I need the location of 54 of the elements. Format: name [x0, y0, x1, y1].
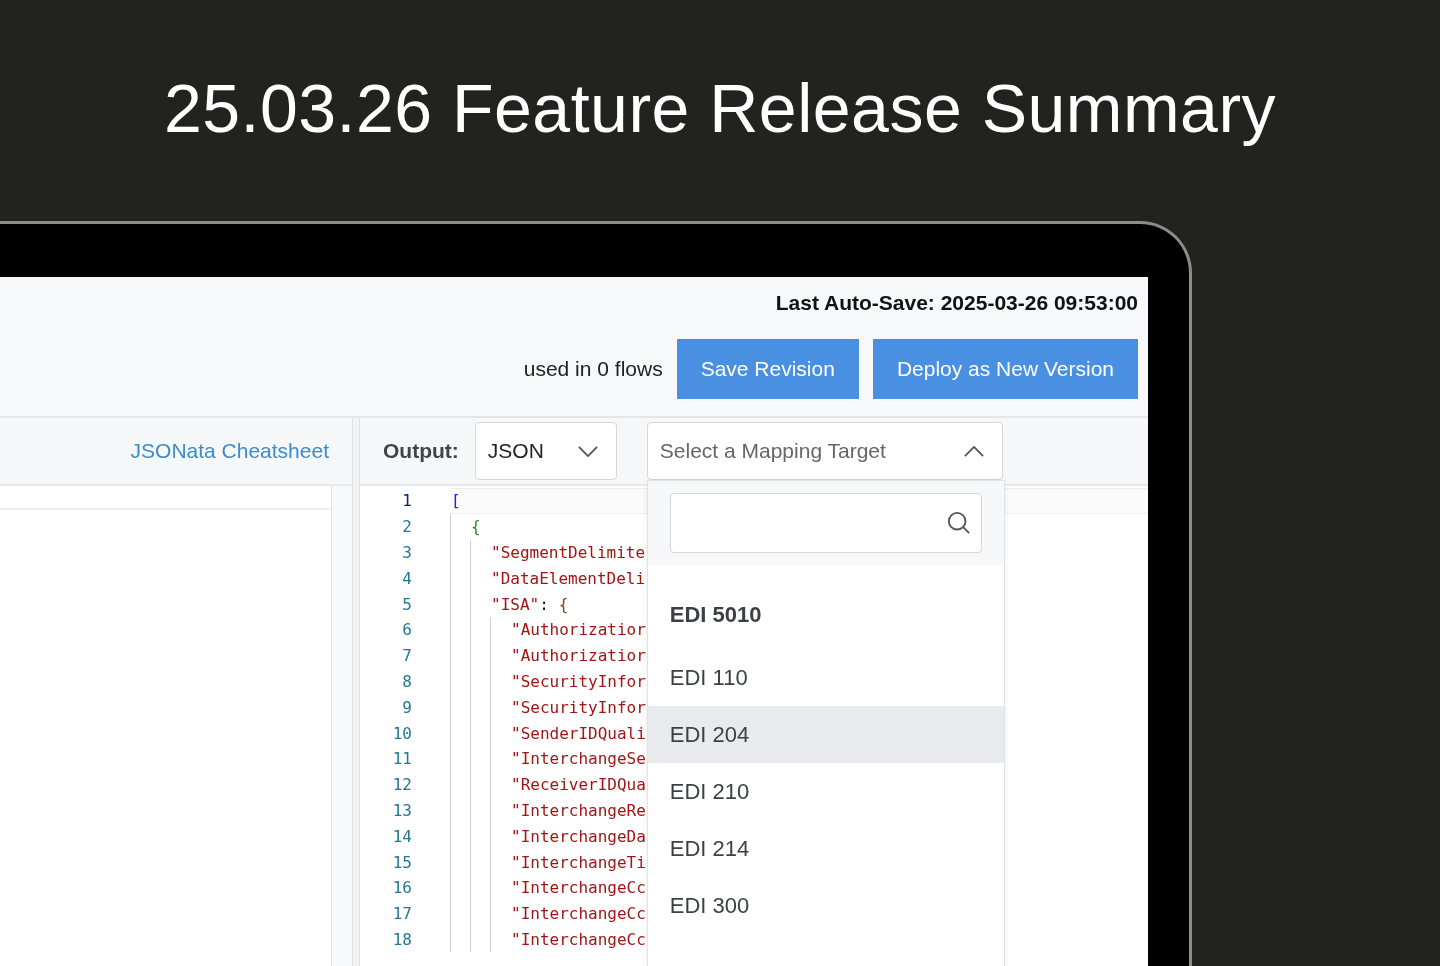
dropdown-option[interactable]: EDI 300 [647, 877, 1004, 934]
expression-editor[interactable] [0, 486, 332, 966]
panel-splitter[interactable] [352, 418, 360, 966]
output-label: Output: [383, 439, 459, 463]
line-number: 6 [401, 620, 413, 640]
option-group-label: EDI 5010 [668, 601, 763, 629]
line-number: 10 [391, 723, 413, 743]
line-number: 17 [391, 904, 413, 924]
code-line: "InterchangeRe [510, 800, 646, 820]
code-line: "InterchangeDa [510, 826, 646, 846]
line-number: 16 [391, 878, 413, 898]
code-line: "ISA": { [490, 594, 569, 614]
code-line: "InterchangeCc [510, 878, 646, 898]
line-number: 1 [401, 491, 413, 511]
line-number: 7 [401, 646, 413, 666]
line-number: 2 [401, 517, 413, 537]
line-number: 8 [401, 671, 413, 691]
code-line: "DataElementDeli [490, 568, 646, 588]
code-line: "Authorizatior [510, 620, 646, 640]
chevron-icon [963, 445, 984, 457]
search-field[interactable] [669, 493, 982, 553]
code-line: "SenderIDQuali [510, 723, 646, 743]
line-number: 4 [401, 568, 413, 588]
code-line: "InterchangeCc [510, 904, 646, 924]
code-line: [ [450, 491, 461, 511]
code-line: "InterchangeCc [510, 929, 646, 949]
auto-save-status: Last Auto-Save: 2025-03-26 09:53:00 [775, 291, 1138, 314]
line-number: 18 [391, 929, 413, 949]
code-line: "SegmentDelimite [490, 543, 646, 562]
code-line: "SecurityInfor [510, 671, 646, 691]
line-number: 3 [401, 543, 413, 562]
usage-count: used in 0 flows [523, 357, 663, 381]
line-number: 13 [391, 800, 413, 820]
target-select[interactable]: Select a Mapping Target [646, 422, 1003, 480]
line-number: 5 [401, 594, 413, 614]
headline: 25.03.26 Feature Release Summary [163, 68, 1277, 147]
code-line: "InterchangeTi [510, 852, 646, 872]
format-select[interactable]: JSON [474, 422, 617, 480]
dropdown-option[interactable]: EDI 214 [647, 820, 1004, 877]
code-line: "InterchangeSe [510, 749, 646, 769]
code-line: "ReceiverIDQua [510, 775, 646, 795]
chevron-icon [577, 445, 598, 457]
dropdown-option[interactable]: EDI 110 [647, 649, 1004, 706]
code-line: "Authorizatior [510, 646, 646, 666]
line-number: 14 [391, 826, 413, 846]
line-number: 11 [391, 749, 413, 769]
line-number: 12 [391, 775, 413, 795]
code-line: { [470, 517, 481, 537]
search-icon [946, 511, 971, 535]
dropdown-option[interactable]: EDI 210 [647, 763, 1004, 820]
dropdown-option[interactable]: EDI 204 [647, 706, 1004, 763]
code-line: "SecurityInfor [510, 697, 646, 717]
line-number: 9 [401, 697, 413, 717]
line-number: 15 [391, 852, 413, 872]
